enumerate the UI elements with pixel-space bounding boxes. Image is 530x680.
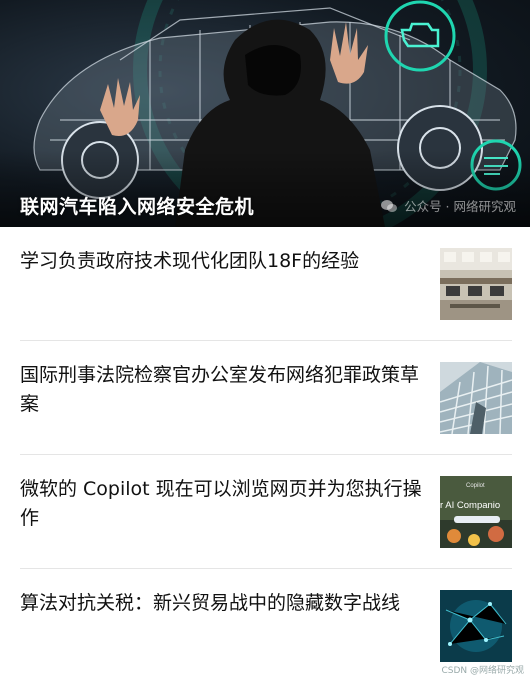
footer-watermark: CSDN @网络研究观 xyxy=(441,666,524,676)
article-title: 国际刑事法院检察官办公室发布网络犯罪政策草案 xyxy=(20,364,420,415)
article-thumbnail xyxy=(440,590,512,662)
article-title: 学习负责政府技术现代化团队18F的经验 xyxy=(20,250,360,272)
hero-banner[interactable]: 联网汽车陷入网络安全危机 公众号 · 网络研究观 xyxy=(0,0,530,227)
wechat-icon xyxy=(381,199,398,212)
hero-title: 联网汽车陷入网络安全危机 xyxy=(20,196,255,218)
article-item[interactable]: 学习负责政府技术现代化团队18F的经验 xyxy=(0,227,530,341)
article-title: 算法对抗关税：新兴贸易战中的隐藏数字战线 xyxy=(20,592,401,614)
article-thumbnail xyxy=(440,248,512,320)
glass-building-photo-icon xyxy=(440,362,512,434)
article-thumbnail xyxy=(440,362,512,434)
article-item[interactable]: 国际刑事法院检察官办公室发布网络犯罪政策草案 xyxy=(0,341,530,455)
article-title: 微软的 Copilot 现在可以浏览网页并为您执行操作 xyxy=(20,478,422,529)
copilot-screenshot-icon: Copilot r AI Companio xyxy=(440,476,512,548)
article-list: 学习负责政府技术现代化团队18F的经验 国际刑事法院检察官办公室发布网络犯罪政策… xyxy=(0,227,530,680)
copilot-thumb-text: r AI Companio xyxy=(440,500,500,511)
office-photo-icon xyxy=(440,248,512,320)
digital-network-image-icon xyxy=(440,590,512,662)
hero-watermark: 公众号 · 网络研究观 xyxy=(380,196,516,215)
copilot-brand-text: Copilot xyxy=(466,483,485,489)
article-thumbnail: Copilot r AI Companio xyxy=(440,476,512,548)
article-item[interactable]: 微软的 Copilot 现在可以浏览网页并为您执行操作 Copilot r AI… xyxy=(0,455,530,569)
hero-watermark-text: 公众号 · 网络研究观 xyxy=(404,199,516,214)
